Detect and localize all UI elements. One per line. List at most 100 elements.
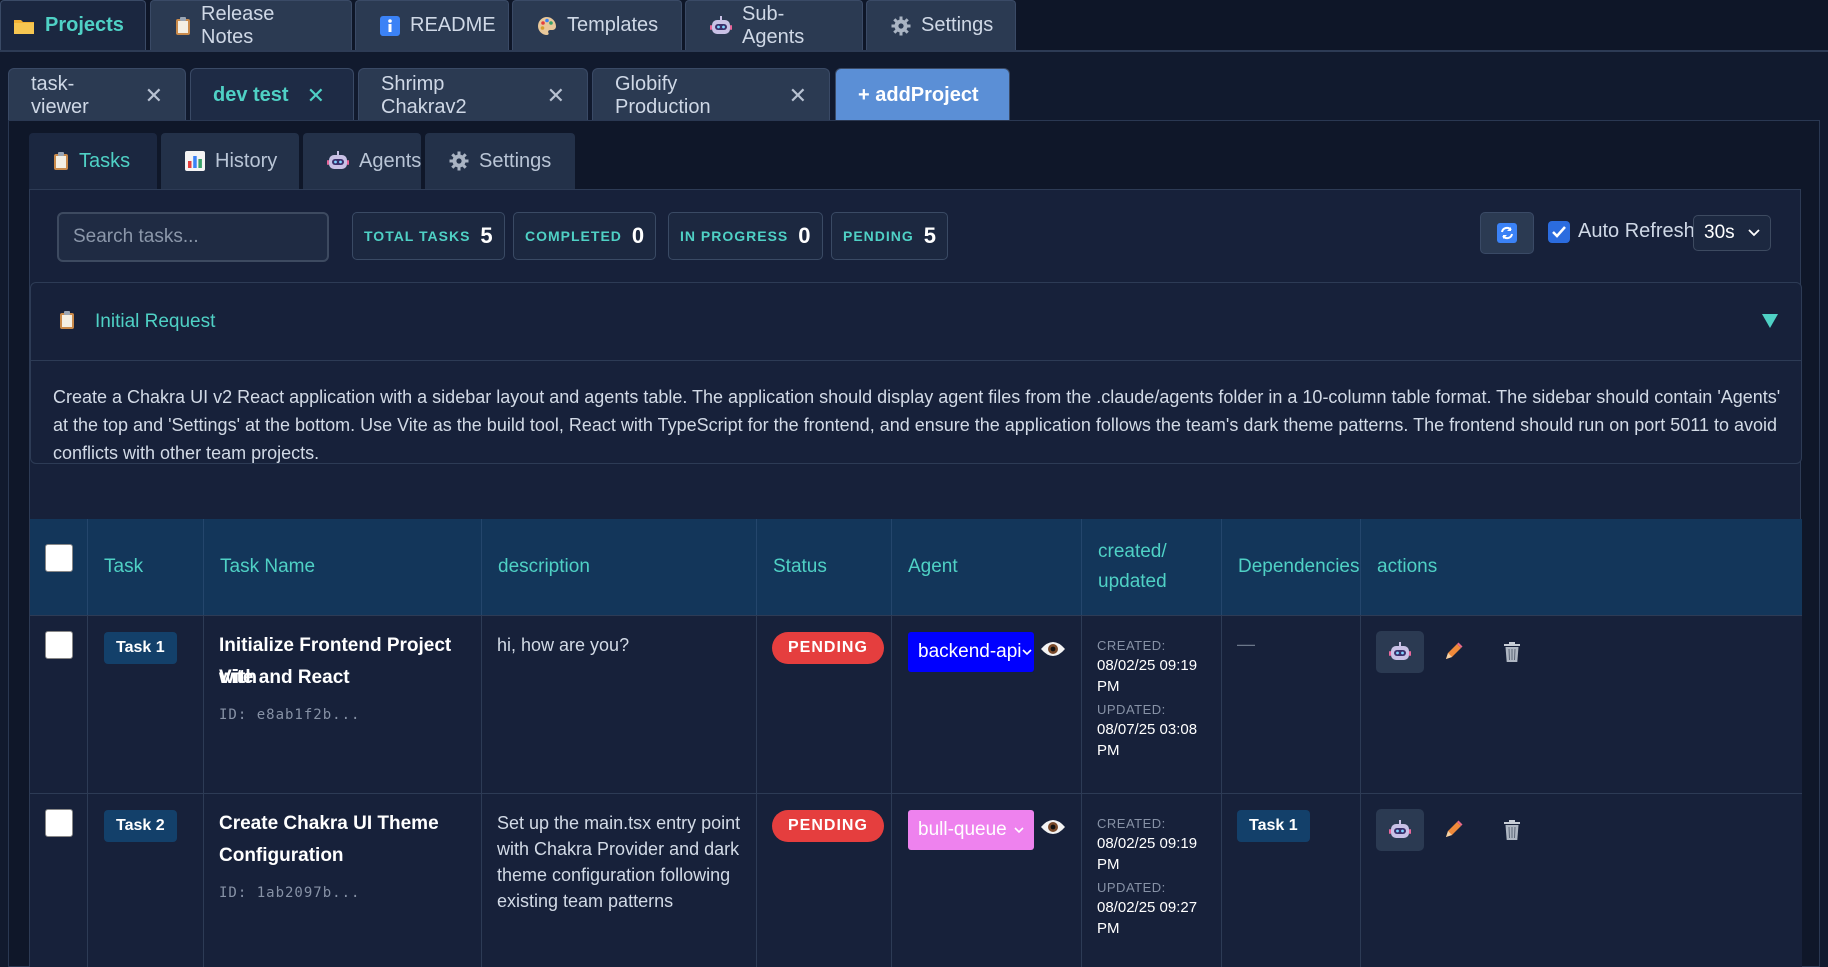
search-input[interactable] [57, 212, 329, 262]
robot-icon [1389, 820, 1411, 840]
stat-value: 0 [631, 223, 645, 248]
header-created-updated[interactable]: created/ updated [1082, 519, 1222, 615]
updated-label: UPDATED: [1097, 880, 1166, 895]
tab-agents[interactable]: Agents [303, 133, 421, 189]
initial-request-title: Initial Request [95, 311, 216, 332]
project-tabs: task-viewer ✕ dev test ✕ Shrimp Chakrav2… [0, 52, 1828, 122]
status-badge: PENDING [772, 632, 884, 664]
row-checkbox[interactable] [45, 631, 73, 659]
header-description[interactable]: description [482, 519, 757, 615]
tab-label: Tasks [79, 149, 131, 172]
project-tab-dev-test[interactable]: dev test ✕ [190, 68, 354, 122]
header-dependencies[interactable]: Dependencies [1222, 519, 1361, 615]
top-nav: Projects Release Notes README Templates … [0, 0, 1828, 52]
header-task-name[interactable]: Task Name [204, 519, 482, 615]
project-tab-label: Globify Production [615, 72, 711, 118]
task-name-line1: Create Chakra UI Theme [219, 813, 439, 834]
close-icon[interactable]: ✕ [547, 83, 565, 109]
pencil-icon[interactable] [1443, 820, 1463, 840]
refresh-button[interactable] [1480, 212, 1534, 254]
folder-icon [13, 17, 35, 35]
eye-icon[interactable] [1040, 640, 1066, 658]
chevron-down-icon [1014, 826, 1024, 834]
tab-templates[interactable]: Templates [512, 0, 682, 50]
task-cell: Task 2 [88, 794, 204, 967]
tab-label: History [215, 149, 278, 172]
agent-value: backend-api [918, 641, 1022, 662]
trash-icon[interactable] [1503, 819, 1521, 841]
created-updated-cell: CREATED: 08/02/25 09:19 PM UPDATED: 08/0… [1082, 794, 1222, 967]
project-tab-task-viewer[interactable]: task-viewer ✕ [8, 68, 186, 122]
actions-cell [1361, 794, 1802, 967]
gear-icon [449, 151, 469, 171]
tasks-panel: TOTAL TASKS 5 COMPLETED 0 IN PROGRESS 0 … [29, 189, 1802, 967]
updated-value: 08/02/25 09:27 PM [1097, 899, 1198, 937]
stat-value: 5 [480, 223, 493, 248]
close-icon[interactable]: ✕ [789, 83, 807, 109]
description-cell: hi, how are you? [482, 616, 757, 793]
stat-completed: COMPLETED 0 [513, 212, 657, 260]
header-status[interactable]: Status [757, 519, 892, 615]
tab-sub-agents[interactable]: Sub-Agents [685, 0, 863, 50]
collapse-toggle-icon[interactable] [1761, 313, 1779, 329]
stat-label: TOTAL TASKS [364, 228, 471, 244]
updated-value: 08/07/25 03:08 PM [1097, 721, 1198, 759]
tab-settings-top[interactable]: Settings [866, 0, 1016, 50]
task-badge[interactable]: Task 1 [104, 632, 177, 664]
tab-readme[interactable]: README [355, 0, 509, 50]
assign-agent-button[interactable] [1376, 809, 1424, 851]
refresh-interval-select[interactable]: 30s [1693, 215, 1771, 251]
agent-select[interactable]: bull-queue [908, 810, 1034, 850]
task-name-cell: Create Chakra UI Theme Configuration ID:… [204, 794, 482, 967]
table-header: Task Task Name description Status Agent … [30, 519, 1802, 615]
tab-history[interactable]: History [161, 133, 299, 189]
project-tab-label: dev test [213, 84, 289, 106]
add-project-button[interactable]: + addProject [835, 68, 1010, 122]
agent-value: bull-queue [918, 819, 1007, 840]
table-row[interactable]: Task 1 Initialize Frontend Project with … [30, 615, 1802, 793]
info-icon [380, 15, 400, 36]
tab-label: Agents [359, 149, 422, 172]
add-project-label: + addProject [858, 84, 979, 106]
header-actions: actions [1377, 556, 1438, 577]
tab-label: Templates [567, 14, 659, 36]
chevron-down-icon [1021, 648, 1032, 656]
palette-icon [537, 16, 557, 36]
close-icon[interactable]: ✕ [145, 83, 163, 109]
agent-select[interactable]: backend-api [908, 632, 1034, 672]
gear-icon [891, 16, 911, 36]
stat-value: 5 [923, 223, 937, 248]
description-line1: hi, how are you? [497, 635, 630, 655]
dependencies-cell: Task 1 [1222, 794, 1361, 967]
robot-icon [710, 15, 732, 36]
status-badge: PENDING [772, 810, 884, 842]
project-tab-shrimp-chakrav2[interactable]: Shrimp Chakrav2 ✕ [358, 68, 588, 122]
dependencies-cell: — [1222, 616, 1361, 793]
stat-pending: PENDING 5 [831, 212, 949, 260]
agent-cell: backend-api [892, 616, 1082, 793]
tab-tasks[interactable]: Tasks [29, 133, 157, 189]
auto-refresh-checkbox[interactable] [1548, 221, 1570, 243]
initial-request-header[interactable]: Initial Request [31, 283, 1801, 361]
robot-icon [1389, 642, 1411, 662]
table-row[interactable]: Task 2 Create Chakra UI Theme Configurat… [30, 793, 1802, 967]
dependency-badge[interactable]: Task 1 [1237, 810, 1310, 842]
description-line4: existing team patterns [497, 891, 674, 911]
row-checkbox[interactable] [45, 809, 73, 837]
project-tab-globify-production[interactable]: Globify Production ✕ [592, 68, 830, 122]
header-select-all-cell [30, 519, 88, 615]
task-badge[interactable]: Task 2 [104, 810, 177, 842]
eye-icon[interactable] [1040, 818, 1066, 836]
tab-settings[interactable]: Settings [425, 133, 575, 189]
trash-icon[interactable] [1503, 641, 1521, 663]
projects-tab[interactable]: Projects [0, 0, 146, 50]
assign-agent-button[interactable] [1376, 631, 1424, 673]
select-all-checkbox[interactable] [45, 544, 73, 572]
header-task[interactable]: Task [88, 519, 204, 615]
close-icon[interactable]: ✕ [307, 83, 325, 109]
tab-release-notes[interactable]: Release Notes [150, 0, 352, 50]
header-agent[interactable]: Agent [892, 519, 1082, 615]
tab-label: Release Notes [201, 2, 275, 48]
tab-label: Settings [921, 14, 994, 36]
pencil-icon[interactable] [1443, 642, 1463, 662]
